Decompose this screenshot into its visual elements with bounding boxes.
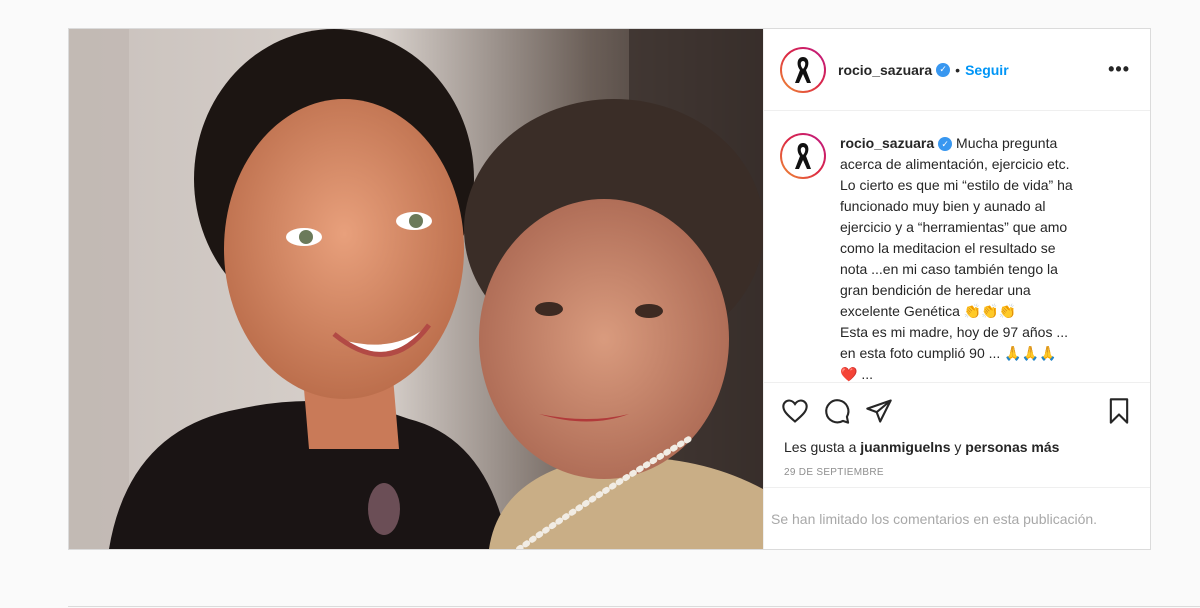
caption-avatar[interactable]	[780, 133, 826, 179]
save-button[interactable]	[1104, 396, 1134, 426]
post-sidebar: rocio_sazuara ✓ • Seguir ••• rocio_sazua…	[763, 29, 1150, 549]
caption-username[interactable]: rocio_sazuara	[840, 135, 934, 151]
photo-illustration	[69, 29, 763, 549]
likes-others-link[interactable]: personas más	[965, 439, 1059, 455]
caption-line: en esta foto cumplió 90 ... 🙏🙏🙏	[840, 345, 1057, 361]
caption-line: funcionado muy bien y aunado al	[840, 198, 1046, 214]
post-header: rocio_sazuara ✓ • Seguir •••	[764, 29, 1150, 111]
liker-username[interactable]: juanmiguelns	[860, 439, 950, 455]
caption-line: gran bendición de heredar una	[840, 282, 1031, 298]
action-bar	[764, 383, 1150, 439]
caption-line: Mucha pregunta	[952, 135, 1058, 151]
caption-line: Lo cierto es que mi “estilo de vida” ha	[840, 177, 1073, 193]
username-link[interactable]: rocio_sazuara	[838, 62, 932, 78]
bookmark-icon	[1109, 398, 1129, 424]
caption-line: acerca de alimentación, ejercicio etc.	[840, 156, 1070, 172]
instagram-post: rocio_sazuara ✓ • Seguir ••• rocio_sazua…	[68, 28, 1151, 550]
paper-plane-icon	[866, 399, 892, 423]
share-button[interactable]	[864, 396, 894, 426]
caption-text: rocio_sazuara ✓ Mucha pregunta acerca de …	[840, 133, 1098, 382]
black-ribbon-icon	[795, 56, 811, 83]
likes-middle: y	[950, 439, 966, 455]
heart-icon	[782, 399, 808, 423]
comments-limited-notice: Se han limitado los comentarios en esta …	[764, 487, 1150, 549]
profile-avatar[interactable]	[780, 46, 826, 93]
caption-line: como la meditacion el resultado se	[840, 240, 1056, 256]
post-photo[interactable]	[69, 29, 763, 549]
post-date[interactable]: 29 DE SEPTIEMBRE	[764, 455, 1150, 478]
verified-badge-icon: ✓	[936, 62, 951, 77]
black-ribbon-icon	[795, 143, 811, 169]
verified-badge-icon: ✓	[938, 137, 953, 152]
caption-line: ejercicio y a “herramientas” que amo	[840, 219, 1068, 235]
separator-dot: •	[955, 61, 961, 78]
page-divider	[68, 606, 1200, 607]
comment-icon	[825, 399, 850, 424]
caption-area: rocio_sazuara ✓ Mucha pregunta acerca de …	[764, 111, 1150, 383]
follow-button[interactable]: Seguir	[965, 62, 1009, 78]
comment-button[interactable]	[822, 396, 852, 426]
caption-line: Esta es mi madre, hoy de 97 años ...	[840, 324, 1069, 340]
caption-line: ❤️ ...	[840, 366, 873, 382]
caption-line: nota ...en mi caso también tengo la	[840, 261, 1058, 277]
like-button[interactable]	[780, 396, 810, 426]
likes-summary: Les gusta a juanmiguelns y personas más	[764, 439, 1150, 455]
caption-line: excelente Genética 👏👏👏	[840, 303, 1017, 319]
more-options-icon[interactable]: •••	[1108, 59, 1130, 80]
likes-prefix: Les gusta a	[784, 439, 861, 455]
